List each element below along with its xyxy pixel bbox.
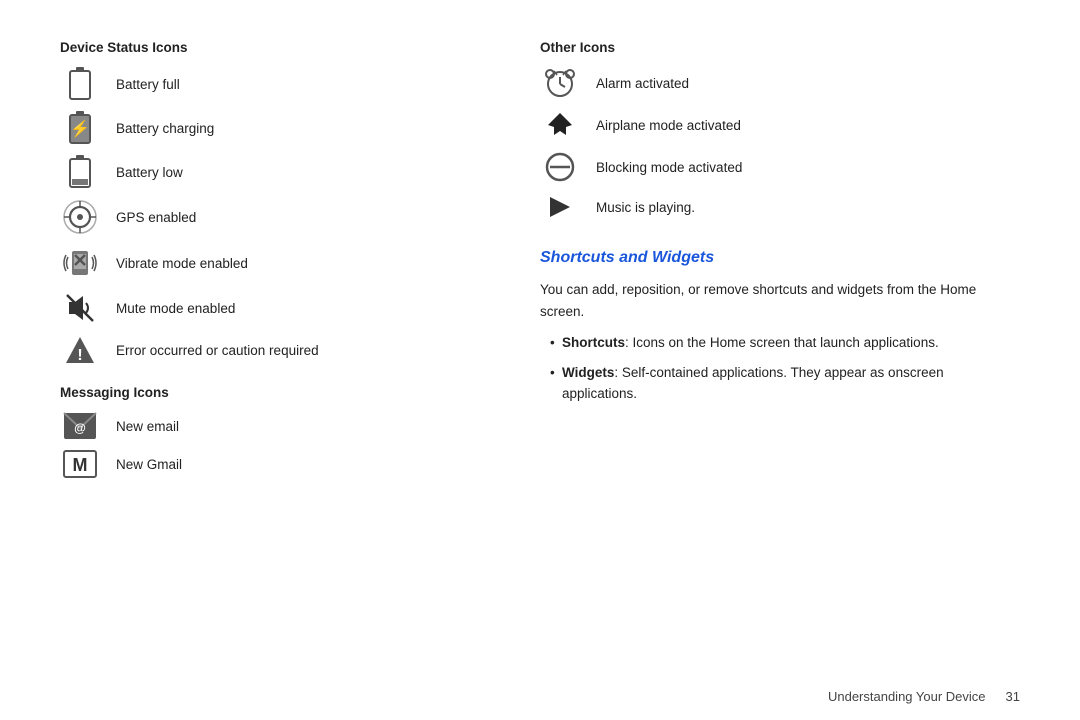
list-item: @ New email bbox=[60, 412, 480, 440]
battery-charging-icon: ⚡ bbox=[60, 111, 100, 145]
blocking-icon bbox=[540, 151, 580, 183]
list-item: Shortcuts: Icons on the Home screen that… bbox=[550, 332, 1020, 354]
airplane-icon bbox=[540, 109, 580, 141]
svg-text:!: ! bbox=[77, 347, 82, 364]
shortcuts-heading: Shortcuts and Widgets bbox=[540, 249, 1020, 267]
vibrate-icon bbox=[60, 245, 100, 281]
battery-charging-label: Battery charging bbox=[116, 121, 214, 136]
blocking-label: Blocking mode activated bbox=[596, 160, 742, 175]
shortcuts-body: You can add, reposition, or remove short… bbox=[540, 279, 1020, 322]
list-item: Music is playing. bbox=[540, 193, 1020, 221]
right-column: Other Icons Alarm activated bbox=[540, 40, 1020, 659]
vibrate-label: Vibrate mode enabled bbox=[116, 256, 248, 271]
page-content: Device Status Icons Battery full ⚡ Batte… bbox=[0, 0, 1080, 679]
battery-full-label: Battery full bbox=[116, 77, 180, 92]
svg-text:@: @ bbox=[74, 421, 86, 435]
list-item: ⚡ Battery charging bbox=[60, 111, 480, 145]
error-label: Error occurred or caution required bbox=[116, 343, 319, 358]
bullet-list: Shortcuts: Icons on the Home screen that… bbox=[540, 332, 1020, 405]
footer-page: 31 bbox=[1006, 689, 1020, 704]
music-play-icon bbox=[540, 193, 580, 221]
list-item: ! Error occurred or caution required bbox=[60, 335, 480, 365]
widgets-bold: Widgets bbox=[562, 365, 614, 380]
music-label: Music is playing. bbox=[596, 200, 695, 215]
list-item: Airplane mode activated bbox=[540, 109, 1020, 141]
email-icon: @ bbox=[60, 412, 100, 440]
list-item: Alarm activated bbox=[540, 67, 1020, 99]
battery-low-label: Battery low bbox=[116, 165, 183, 180]
footer-label: Understanding Your Device bbox=[828, 689, 986, 704]
list-item: Vibrate mode enabled bbox=[60, 245, 480, 281]
messaging-heading: Messaging Icons bbox=[60, 385, 480, 400]
svg-text:M: M bbox=[73, 455, 88, 475]
email-label: New email bbox=[116, 419, 179, 434]
other-icons-heading: Other Icons bbox=[540, 40, 1020, 55]
gmail-label: New Gmail bbox=[116, 457, 182, 472]
list-item: Blocking mode activated bbox=[540, 151, 1020, 183]
error-icon: ! bbox=[60, 335, 100, 365]
gps-label: GPS enabled bbox=[116, 210, 196, 225]
list-item: Battery full bbox=[60, 67, 480, 101]
airplane-label: Airplane mode activated bbox=[596, 118, 741, 133]
device-status-heading: Device Status Icons bbox=[60, 40, 480, 55]
mute-icon bbox=[60, 291, 100, 325]
widgets-rest: : Self-contained applications. They appe… bbox=[562, 365, 944, 402]
battery-full-icon bbox=[60, 67, 100, 101]
mute-label: Mute mode enabled bbox=[116, 301, 235, 316]
gmail-icon: M bbox=[60, 450, 100, 478]
page-footer: Understanding Your Device 31 bbox=[0, 679, 1080, 720]
shortcuts-rest: : Icons on the Home screen that launch a… bbox=[625, 335, 939, 350]
battery-low-icon bbox=[60, 155, 100, 189]
alarm-label: Alarm activated bbox=[596, 76, 689, 91]
left-column: Device Status Icons Battery full ⚡ Batte… bbox=[60, 40, 480, 659]
shortcuts-bold: Shortcuts bbox=[562, 335, 625, 350]
alarm-icon bbox=[540, 67, 580, 99]
list-item: Widgets: Self-contained applications. Th… bbox=[550, 362, 1020, 405]
svg-text:⚡: ⚡ bbox=[70, 119, 90, 138]
list-item: GPS enabled bbox=[60, 199, 480, 235]
list-item: M New Gmail bbox=[60, 450, 480, 478]
list-item: Battery low bbox=[60, 155, 480, 189]
gps-icon bbox=[60, 199, 100, 235]
list-item: Mute mode enabled bbox=[60, 291, 480, 325]
